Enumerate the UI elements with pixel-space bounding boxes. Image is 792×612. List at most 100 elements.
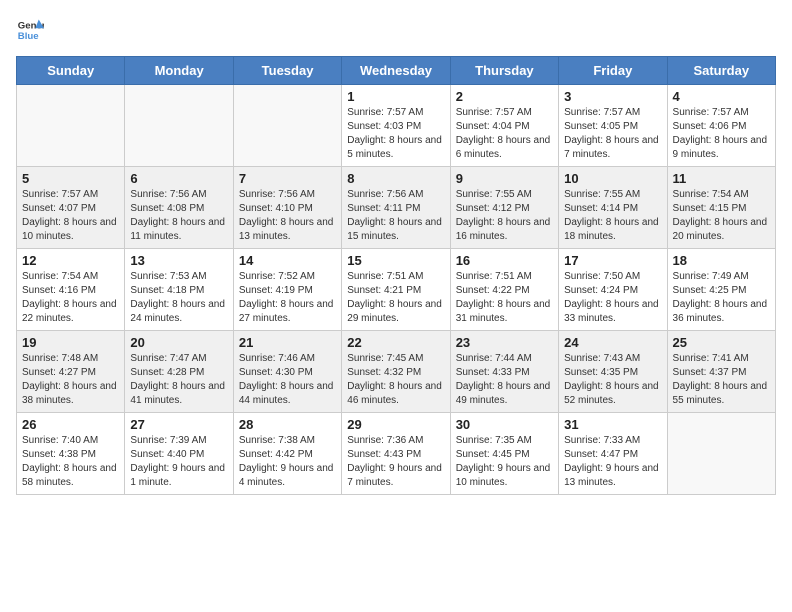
calendar-cell: 6 Sunrise: 7:56 AM Sunset: 4:08 PM Daylig… [125,167,233,249]
calendar-cell: 11 Sunrise: 7:54 AM Sunset: 4:15 PM Dayli… [667,167,775,249]
calendar-cell [17,85,125,167]
day-header-tuesday: Tuesday [233,57,341,85]
cell-content: Sunrise: 7:56 AM Sunset: 4:08 PM Dayligh… [130,188,227,244]
cell-content: Sunrise: 7:35 AM Sunset: 4:45 PM Dayligh… [456,434,553,490]
day-header-wednesday: Wednesday [342,57,450,85]
day-number: 17 [564,253,661,268]
cell-content: Sunrise: 7:41 AM Sunset: 4:37 PM Dayligh… [673,352,770,408]
cell-content: Sunrise: 7:56 AM Sunset: 4:11 PM Dayligh… [347,188,444,244]
cell-content: Sunrise: 7:39 AM Sunset: 4:40 PM Dayligh… [130,434,227,490]
day-number: 21 [239,335,336,350]
cell-content: Sunrise: 7:44 AM Sunset: 4:33 PM Dayligh… [456,352,553,408]
day-number: 27 [130,417,227,432]
cell-content: Sunrise: 7:48 AM Sunset: 4:27 PM Dayligh… [22,352,119,408]
cell-content: Sunrise: 7:47 AM Sunset: 4:28 PM Dayligh… [130,352,227,408]
calendar-cell: 2Sunrise: 7:57 AM Sunset: 4:04 PM Daylig… [450,85,558,167]
cell-content: Sunrise: 7:51 AM Sunset: 4:21 PM Dayligh… [347,270,444,326]
calendar-cell [125,85,233,167]
day-number: 22 [347,335,444,350]
day-number: 25 [673,335,770,350]
cell-content: Sunrise: 7:55 AM Sunset: 4:12 PM Dayligh… [456,188,553,244]
cell-content: Sunrise: 7:51 AM Sunset: 4:22 PM Dayligh… [456,270,553,326]
calendar-header-row: SundayMondayTuesdayWednesdayThursdayFrid… [17,57,776,85]
cell-content: Sunrise: 7:45 AM Sunset: 4:32 PM Dayligh… [347,352,444,408]
week-row-5: 26 Sunrise: 7:40 AM Sunset: 4:38 PM Dayli… [17,413,776,495]
calendar-cell: 10 Sunrise: 7:55 AM Sunset: 4:14 PM Dayli… [559,167,667,249]
day-number: 23 [456,335,553,350]
day-number: 31 [564,417,661,432]
week-row-2: 5 Sunrise: 7:57 AM Sunset: 4:07 PM Daylig… [17,167,776,249]
cell-content: Sunrise: 7:52 AM Sunset: 4:19 PM Dayligh… [239,270,336,326]
calendar-cell: 28 Sunrise: 7:38 AM Sunset: 4:42 PM Dayli… [233,413,341,495]
day-number: 11 [673,171,770,186]
day-header-friday: Friday [559,57,667,85]
calendar-cell: 14 Sunrise: 7:52 AM Sunset: 4:19 PM Dayli… [233,249,341,331]
calendar-cell: 27 Sunrise: 7:39 AM Sunset: 4:40 PM Dayli… [125,413,233,495]
cell-content: Sunrise: 7:33 AM Sunset: 4:47 PM Dayligh… [564,434,661,490]
calendar-cell: 15 Sunrise: 7:51 AM Sunset: 4:21 PM Dayli… [342,249,450,331]
cell-content: Sunrise: 7:36 AM Sunset: 4:43 PM Dayligh… [347,434,444,490]
day-number: 3 [564,89,661,104]
day-number: 5 [22,171,119,186]
cell-content: Sunrise: 7:43 AM Sunset: 4:35 PM Dayligh… [564,352,661,408]
day-header-thursday: Thursday [450,57,558,85]
day-number: 9 [456,171,553,186]
calendar-cell [667,413,775,495]
day-number: 28 [239,417,336,432]
logo: General Blue [16,16,44,44]
cell-content: Sunrise: 7:55 AM Sunset: 4:14 PM Dayligh… [564,188,661,244]
calendar-cell: 1Sunrise: 7:57 AM Sunset: 4:03 PM Daylig… [342,85,450,167]
calendar-cell: 18Sunrise: 7:49 AM Sunset: 4:25 PM Dayli… [667,249,775,331]
calendar-cell: 23 Sunrise: 7:44 AM Sunset: 4:33 PM Dayli… [450,331,558,413]
calendar-cell: 31 Sunrise: 7:33 AM Sunset: 4:47 PM Dayli… [559,413,667,495]
logo-icon: General Blue [16,16,44,44]
day-number: 29 [347,417,444,432]
page-header: General Blue [16,16,776,44]
day-header-sunday: Sunday [17,57,125,85]
cell-content: Sunrise: 7:50 AM Sunset: 4:24 PM Dayligh… [564,270,661,326]
calendar-cell: 25 Sunrise: 7:41 AM Sunset: 4:37 PM Dayli… [667,331,775,413]
cell-content: Sunrise: 7:57 AM Sunset: 4:05 PM Dayligh… [564,106,661,162]
cell-content: Sunrise: 7:53 AM Sunset: 4:18 PM Dayligh… [130,270,227,326]
day-number: 2 [456,89,553,104]
calendar-cell: 29 Sunrise: 7:36 AM Sunset: 4:43 PM Dayli… [342,413,450,495]
day-number: 13 [130,253,227,268]
calendar-cell: 19Sunrise: 7:48 AM Sunset: 4:27 PM Dayli… [17,331,125,413]
calendar-cell: 26 Sunrise: 7:40 AM Sunset: 4:38 PM Dayli… [17,413,125,495]
calendar-cell: 22 Sunrise: 7:45 AM Sunset: 4:32 PM Dayli… [342,331,450,413]
day-number: 12 [22,253,119,268]
day-header-saturday: Saturday [667,57,775,85]
day-number: 26 [22,417,119,432]
day-number: 8 [347,171,444,186]
cell-content: Sunrise: 7:57 AM Sunset: 4:06 PM Dayligh… [673,106,770,162]
day-number: 15 [347,253,444,268]
day-number: 24 [564,335,661,350]
calendar-cell: 21 Sunrise: 7:46 AM Sunset: 4:30 PM Dayli… [233,331,341,413]
calendar-cell: 16Sunrise: 7:51 AM Sunset: 4:22 PM Dayli… [450,249,558,331]
day-number: 6 [130,171,227,186]
calendar-cell: 9 Sunrise: 7:55 AM Sunset: 4:12 PM Daylig… [450,167,558,249]
day-number: 30 [456,417,553,432]
calendar-cell: 4 Sunrise: 7:57 AM Sunset: 4:06 PM Daylig… [667,85,775,167]
cell-content: Sunrise: 7:57 AM Sunset: 4:07 PM Dayligh… [22,188,119,244]
calendar-cell: 30 Sunrise: 7:35 AM Sunset: 4:45 PM Dayli… [450,413,558,495]
calendar-cell: 7Sunrise: 7:56 AM Sunset: 4:10 PM Daylig… [233,167,341,249]
week-row-1: 1Sunrise: 7:57 AM Sunset: 4:03 PM Daylig… [17,85,776,167]
day-number: 20 [130,335,227,350]
calendar-cell: 12Sunrise: 7:54 AM Sunset: 4:16 PM Dayli… [17,249,125,331]
day-number: 10 [564,171,661,186]
calendar-cell: 8 Sunrise: 7:56 AM Sunset: 4:11 PM Daylig… [342,167,450,249]
svg-text:Blue: Blue [18,31,39,42]
day-number: 14 [239,253,336,268]
cell-content: Sunrise: 7:38 AM Sunset: 4:42 PM Dayligh… [239,434,336,490]
calendar-table: SundayMondayTuesdayWednesdayThursdayFrid… [16,56,776,495]
week-row-4: 19Sunrise: 7:48 AM Sunset: 4:27 PM Dayli… [17,331,776,413]
calendar-cell: 24 Sunrise: 7:43 AM Sunset: 4:35 PM Dayli… [559,331,667,413]
calendar-cell: 13 Sunrise: 7:53 AM Sunset: 4:18 PM Dayli… [125,249,233,331]
cell-content: Sunrise: 7:54 AM Sunset: 4:15 PM Dayligh… [673,188,770,244]
day-header-monday: Monday [125,57,233,85]
day-number: 4 [673,89,770,104]
day-number: 18 [673,253,770,268]
cell-content: Sunrise: 7:40 AM Sunset: 4:38 PM Dayligh… [22,434,119,490]
cell-content: Sunrise: 7:46 AM Sunset: 4:30 PM Dayligh… [239,352,336,408]
